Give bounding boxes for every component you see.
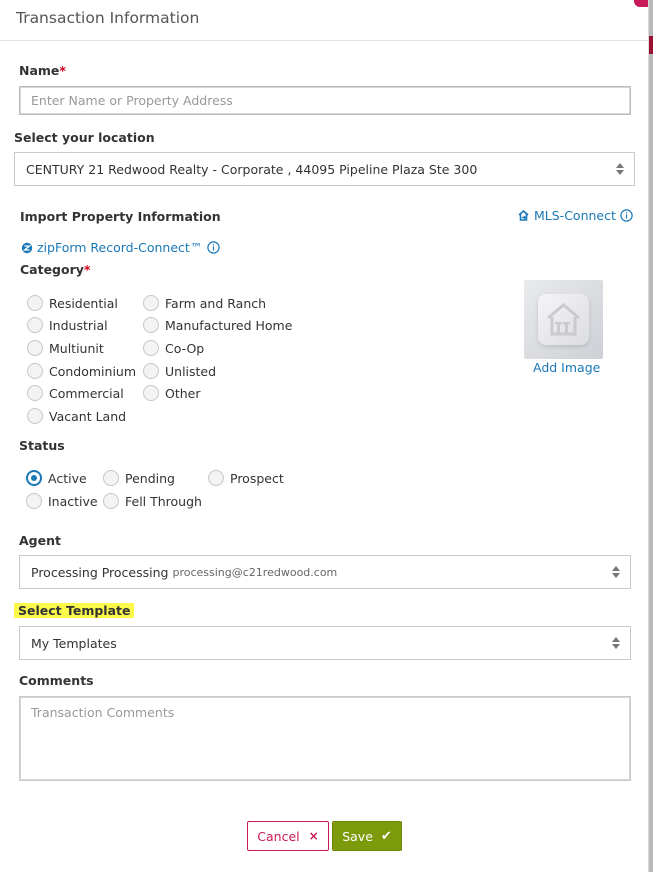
radio-farm-and-ranch[interactable]: Farm and Ranch <box>143 295 266 311</box>
radio-label: Other <box>165 385 201 401</box>
cancel-button[interactable]: Cancel × <box>247 821 329 851</box>
radio-button[interactable] <box>27 363 43 379</box>
template-value: My Templates <box>31 635 117 651</box>
radio-label: Manufactured Home <box>165 317 293 333</box>
radio-button[interactable] <box>208 470 224 486</box>
radio-label: Multiunit <box>49 340 104 356</box>
radio-label: Condominium <box>49 363 137 379</box>
name-input[interactable]: Enter Name or Property Address <box>19 86 631 115</box>
close-corner-icon[interactable] <box>634 0 648 7</box>
import-label: Import Property Information <box>20 209 221 224</box>
radio-label: Farm and Ranch <box>165 295 267 311</box>
info-icon[interactable] <box>620 209 633 222</box>
radio-label: Active <box>48 470 87 486</box>
radio-button[interactable] <box>103 470 119 486</box>
radio-condominium[interactable]: Condominium <box>27 363 136 379</box>
comments-textarea[interactable]: Transaction Comments <box>19 696 631 781</box>
radio-manufactured-home[interactable]: Manufactured Home <box>143 317 292 333</box>
radio-button[interactable] <box>143 295 159 311</box>
agent-select[interactable]: Processing Processing processing@c21redw… <box>19 555 631 589</box>
agent-email: processing@c21redwood.com <box>172 565 338 579</box>
mls-connect-icon <box>518 209 529 221</box>
zipform-link[interactable]: zipForm Record-Connect™ <box>21 240 221 255</box>
comments-label: Comments <box>19 673 94 688</box>
close-icon: × <box>308 829 319 843</box>
radio-other[interactable]: Other <box>143 385 201 401</box>
category-label: Category* <box>20 262 91 277</box>
status-pending[interactable]: Pending <box>103 470 175 486</box>
radio-label: Unlisted <box>165 363 217 379</box>
select-arrows-icon <box>612 637 620 649</box>
add-image-link[interactable]: Add Image <box>533 360 600 375</box>
radio-label: Pending <box>125 470 175 486</box>
property-image-placeholder[interactable] <box>524 280 603 359</box>
modal-header: Transaction Information <box>0 0 649 41</box>
info-icon[interactable] <box>207 241 221 254</box>
status-prospect[interactable]: Prospect <box>208 470 284 486</box>
status-label: Status <box>19 438 65 453</box>
name-label: Name* <box>19 63 66 78</box>
radio-label: Fell Through <box>125 493 202 509</box>
status-inactive[interactable]: Inactive <box>26 493 98 509</box>
cancel-label: Cancel <box>257 828 300 844</box>
template-label: Select Template <box>14 603 135 618</box>
radio-button[interactable] <box>143 317 159 333</box>
house-icon <box>538 294 589 345</box>
radio-button[interactable] <box>143 340 159 356</box>
select-arrows-icon <box>616 163 624 175</box>
radio-label: Vacant Land <box>49 408 127 424</box>
select-arrows-icon <box>612 566 620 578</box>
radio-button[interactable] <box>27 385 43 401</box>
background-edge <box>649 0 653 872</box>
modal-title: Transaction Information <box>16 9 200 27</box>
radio-button[interactable] <box>27 408 43 424</box>
radio-industrial[interactable]: Industrial <box>27 317 108 333</box>
radio-label: Commercial <box>49 385 124 401</box>
mls-connect-link[interactable]: MLS-Connect <box>517 208 633 223</box>
radio-co-op[interactable]: Co-Op <box>143 340 204 356</box>
radio-button[interactable] <box>26 493 42 509</box>
radio-label: Prospect <box>230 470 284 486</box>
location-value: CENTURY 21 Redwood Realty - Corporate , … <box>26 161 478 177</box>
agent-label: Agent <box>19 533 61 548</box>
radio-vacant-land[interactable]: Vacant Land <box>27 408 126 424</box>
name-placeholder: Enter Name or Property Address <box>31 93 233 108</box>
radio-label: Co-Op <box>165 340 205 356</box>
comments-placeholder: Transaction Comments <box>31 705 175 720</box>
save-label: Save <box>342 828 373 844</box>
check-icon: ✔ <box>380 828 392 844</box>
radio-label: Residential <box>49 295 118 311</box>
status-active[interactable]: Active <box>26 470 87 486</box>
radio-label: Industrial <box>49 317 108 333</box>
mls-connect-label: MLS-Connect <box>534 208 616 223</box>
save-button[interactable]: Save ✔ <box>332 821 402 851</box>
radio-label: Inactive <box>48 493 98 509</box>
radio-multiunit[interactable]: Multiunit <box>27 340 104 356</box>
location-select[interactable]: CENTURY 21 Redwood Realty - Corporate , … <box>14 152 635 186</box>
radio-residential[interactable]: Residential <box>27 295 118 311</box>
agent-name: Processing Processing <box>31 564 169 580</box>
status-fell-through[interactable]: Fell Through <box>103 493 202 509</box>
radio-button[interactable] <box>27 317 43 333</box>
radio-button[interactable] <box>103 493 119 509</box>
radio-commercial[interactable]: Commercial <box>27 385 124 401</box>
radio-button[interactable] <box>27 295 43 311</box>
transaction-modal: Transaction Information Name* Enter Name… <box>0 0 649 872</box>
radio-button[interactable] <box>143 363 159 379</box>
zipform-label: zipForm Record-Connect™ <box>37 240 203 255</box>
radio-button[interactable] <box>27 340 43 356</box>
template-select[interactable]: My Templates <box>19 626 631 660</box>
radio-unlisted[interactable]: Unlisted <box>143 363 216 379</box>
radio-button[interactable] <box>143 385 159 401</box>
zipform-icon <box>21 242 33 253</box>
background-accent <box>649 36 653 54</box>
location-label: Select your location <box>14 130 155 145</box>
radio-button-selected[interactable] <box>26 470 42 486</box>
template-label-text: Select Template <box>14 603 135 618</box>
